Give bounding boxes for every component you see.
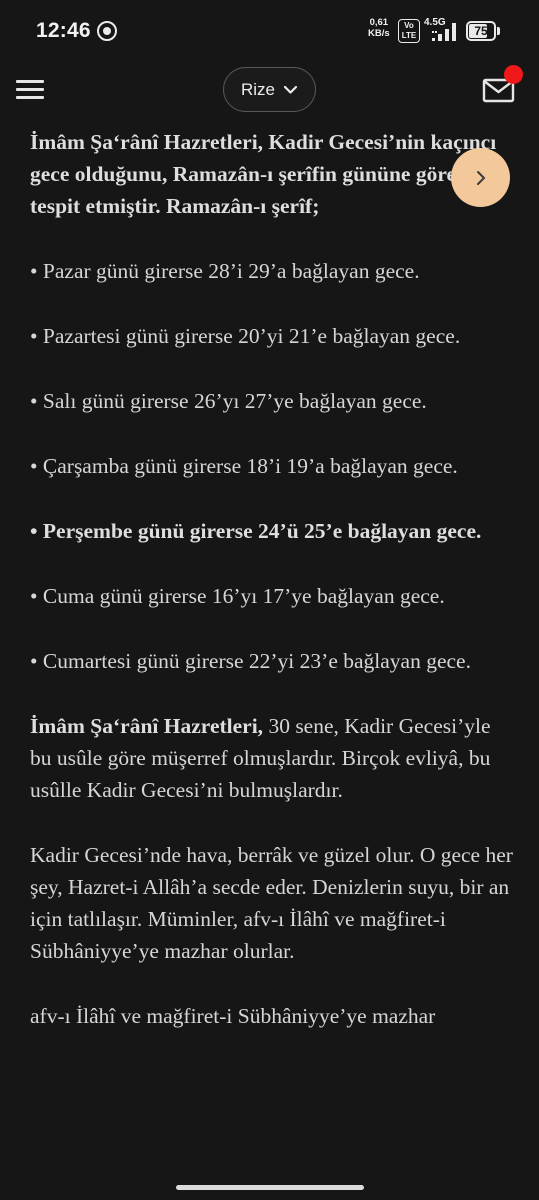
battery-level: 75 — [474, 24, 488, 38]
chevron-down-icon — [283, 85, 298, 94]
menu-icon[interactable] — [16, 80, 44, 100]
list-item: • Pazar günü girerse 28’i 29’a bağlayan … — [30, 259, 420, 283]
volte-icon: Vo LTE — [398, 19, 420, 43]
list-item: • Cumartesi günü girerse 22’yi 23’e bağl… — [30, 649, 471, 673]
signal-icon — [432, 23, 456, 41]
battery-icon: 75 — [466, 21, 496, 41]
network-speed-unit: KB/s — [368, 28, 390, 39]
network-speed-value: 0,61 — [369, 17, 389, 28]
list-item: • Cuma günü girerse 16’yı 17’ye bağlayan… — [30, 584, 445, 608]
volte-top-label: Vo — [404, 21, 414, 30]
article-paragraph: İmâm Şa‘rânî Hazretleri, 30 sene, Kadir … — [30, 710, 516, 806]
notification-dot — [504, 65, 523, 84]
network-speed: 0,61 KB/s — [368, 17, 390, 39]
list-item: • Salı günü girerse 26’yı 27’ye bağlayan… — [30, 389, 427, 413]
list-item: • Çarşamba günü girerse 18’i 19’a bağlay… — [30, 454, 458, 478]
list-item: • Pazartesi günü girerse 20’yi 21’e bağl… — [30, 324, 461, 348]
list-item-highlighted: • Perşembe günü girerse 24’ü 25’e bağlay… — [30, 519, 482, 543]
chevron-right-icon — [476, 170, 485, 185]
status-bar: 12:46 0,61 KB/s Vo LTE 4.5G 75 — [0, 0, 539, 62]
next-button[interactable] — [451, 148, 510, 207]
status-time: 12:46 — [36, 19, 91, 42]
article-paragraph: Kadir Gecesi’nde hava, berrâk ve güzel o… — [30, 843, 513, 963]
app-notification-icon — [97, 21, 117, 41]
article-paragraph-partial: afv-ı İlâhî ve mağfiret-i Sübhâniyye’ye … — [30, 1004, 436, 1028]
city-name: Rize — [240, 79, 275, 99]
city-selector[interactable]: Rize — [223, 67, 316, 112]
screen: 12:46 0,61 KB/s Vo LTE 4.5G 75 Rize İmâm… — [0, 0, 539, 1200]
battery-tip — [497, 27, 500, 35]
paragraph-lead: İmâm Şa‘rânî Hazretleri, — [30, 714, 264, 738]
article-intro: İmâm Şa‘rânî Hazretleri, Kadir Gecesi’ni… — [30, 130, 507, 218]
article-body: İmâm Şa‘rânî Hazretleri, Kadir Gecesi’ni… — [30, 126, 516, 1065]
gesture-bar[interactable] — [176, 1185, 364, 1190]
volte-bottom-label: LTE — [401, 31, 417, 40]
